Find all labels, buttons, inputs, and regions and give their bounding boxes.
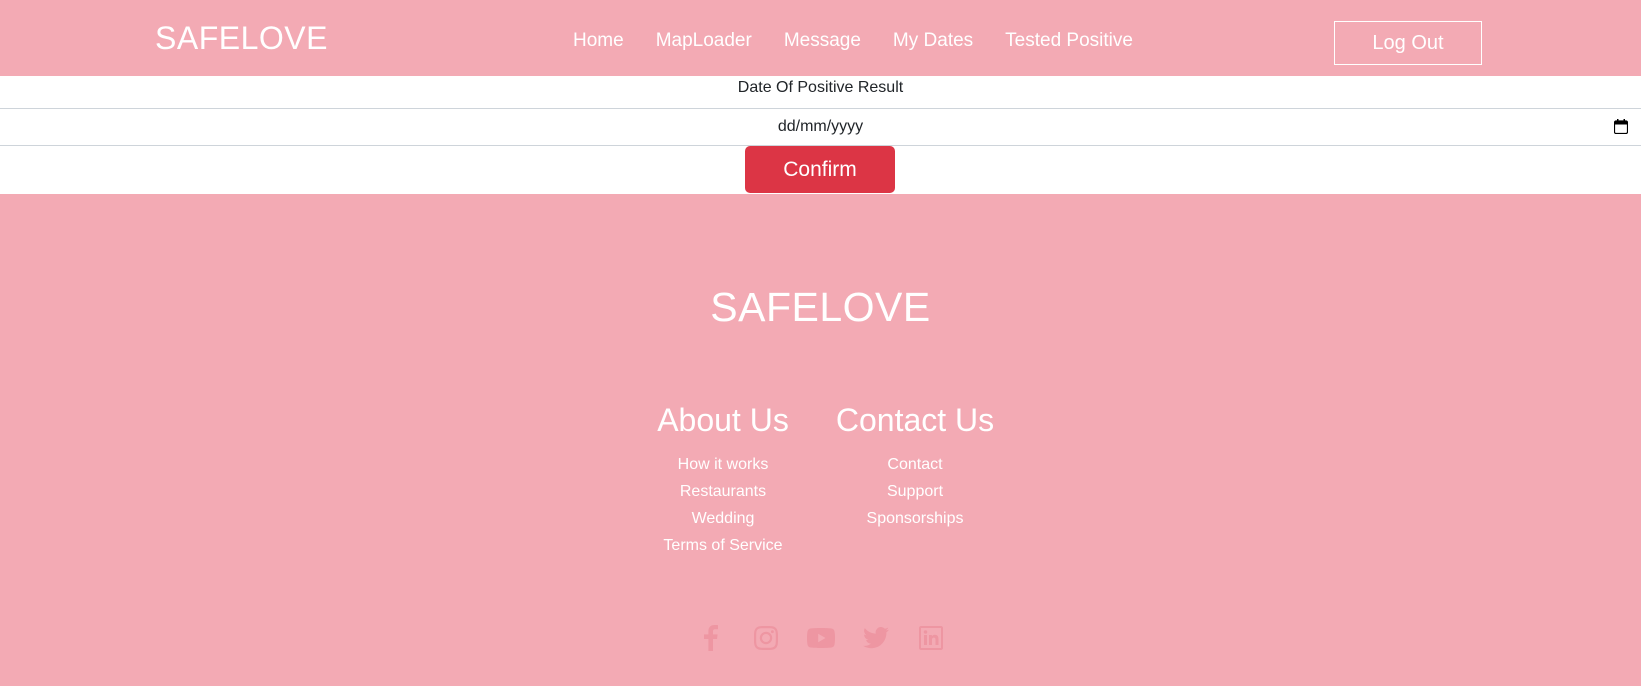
footer-link-wedding[interactable]: Wedding: [650, 505, 796, 532]
footer-link-sponsorships[interactable]: Sponsorships: [832, 505, 998, 532]
about-us-column: About Us How it works Restaurants Weddin…: [650, 402, 796, 559]
footer-link-contact[interactable]: Contact: [832, 451, 998, 478]
brand-logo[interactable]: SAFELOVE: [155, 20, 328, 57]
twitter-icon[interactable]: [862, 624, 890, 652]
youtube-icon[interactable]: [806, 624, 835, 652]
nav-link-message[interactable]: Message: [768, 30, 877, 52]
footer-brand: SAFELOVE: [710, 284, 931, 330]
date-placeholder: dd/mm/yyyy: [777, 118, 864, 135]
nav-link-maploader[interactable]: MapLoader: [640, 30, 768, 52]
nav-link-my-dates[interactable]: My Dates: [877, 30, 989, 52]
contact-us-column: Contact Us Contact Support Sponsorships: [832, 402, 998, 532]
social-links: [0, 624, 1641, 652]
logout-button[interactable]: Log Out: [1334, 21, 1482, 65]
contact-us-heading: Contact Us: [835, 402, 995, 438]
date-input[interactable]: dd/mm/yyyy: [0, 108, 1641, 146]
footer-link-terms-of-service[interactable]: Terms of Service: [650, 532, 796, 559]
about-us-heading: About Us: [657, 402, 789, 438]
nav-link-home[interactable]: Home: [557, 30, 640, 52]
footer-link-support[interactable]: Support: [832, 478, 998, 505]
linkedin-icon[interactable]: [917, 624, 945, 652]
nav-links: Home MapLoader Message My Dates Tested P…: [557, 30, 1149, 52]
instagram-icon[interactable]: [752, 624, 780, 652]
footer-link-restaurants[interactable]: Restaurants: [650, 478, 796, 505]
footer: SAFELOVE About Us How it works Restauran…: [0, 194, 1641, 686]
top-navbar: SAFELOVE Home MapLoader Message My Dates…: [0, 0, 1641, 76]
calendar-icon[interactable]: [1614, 119, 1628, 134]
positive-result-form: Date Of Positive Result dd/mm/yyyy Confi…: [0, 76, 1641, 194]
footer-link-how-it-works[interactable]: How it works: [650, 451, 796, 478]
date-label: Date Of Positive Result: [737, 79, 904, 96]
nav-link-tested-positive[interactable]: Tested Positive: [989, 30, 1149, 52]
confirm-button[interactable]: Confirm: [745, 146, 895, 193]
facebook-icon[interactable]: [697, 624, 725, 652]
